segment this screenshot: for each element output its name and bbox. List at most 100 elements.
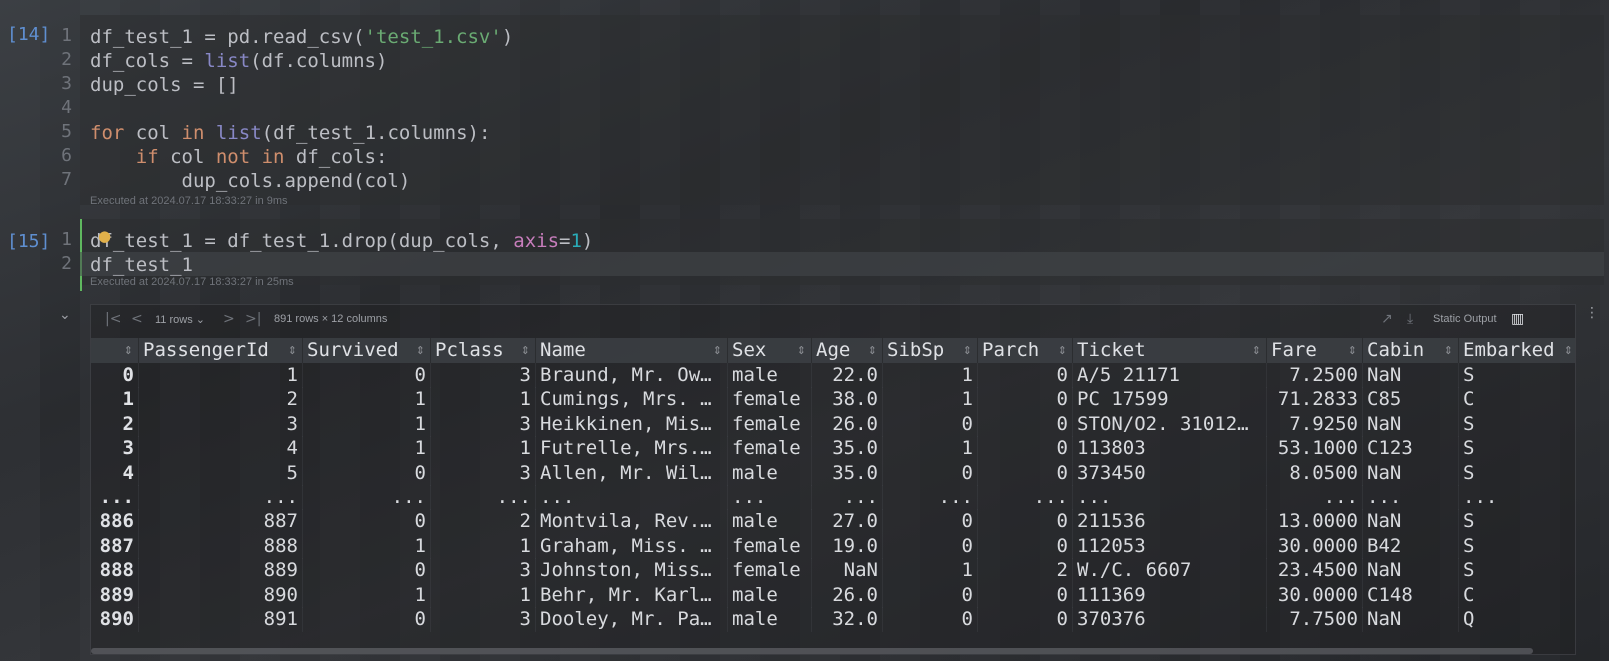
table-cell[interactable]: Heikkinen, Mis… (536, 411, 728, 437)
table-cell[interactable]: C (1459, 387, 1575, 412)
table-cell[interactable]: 30.0000 (1267, 533, 1363, 559)
table-cell[interactable]: ... (431, 485, 536, 510)
open-in-new-icon[interactable]: ↗ (1381, 311, 1393, 327)
table-cell[interactable]: 0 (978, 436, 1073, 462)
table-cell[interactable]: W./C. 6607 (1073, 558, 1267, 584)
table-cell[interactable]: 35.0 (812, 460, 883, 486)
table-cell[interactable]: Allen, Mr. Wil… (536, 460, 728, 486)
table-cell[interactable]: 3 (91, 436, 139, 462)
table-cell[interactable]: ... (883, 485, 978, 510)
sort-icon[interactable]: ⇕ (868, 338, 877, 363)
column-header-sex[interactable]: Sex ⇕ (728, 338, 812, 363)
column-header-age[interactable]: Age ⇕ (812, 338, 883, 363)
code-line-3[interactable]: dup_cols = [] (90, 73, 239, 97)
table-cell[interactable]: C85 (1363, 387, 1459, 413)
sort-icon[interactable]: ⇕ (416, 338, 425, 363)
table-cell[interactable]: 1 (303, 436, 431, 462)
table-cell[interactable]: 7.2500 (1267, 363, 1363, 388)
table-cell[interactable]: ... (978, 485, 1073, 510)
table-cell[interactable]: 3 (431, 411, 536, 437)
table-cell[interactable]: 113803 (1073, 436, 1267, 462)
table-cell[interactable]: 3 (431, 558, 536, 584)
table-cell[interactable]: 370376 (1073, 607, 1267, 632)
table-cell[interactable]: 2 (978, 558, 1073, 584)
code-line-15-1[interactable]: df_test_1 = df_test_1.drop(dup_cols, axi… (90, 229, 593, 253)
table-cell[interactable]: B42 (1363, 533, 1459, 559)
table-cell[interactable]: 2 (431, 509, 536, 535)
table-cell[interactable]: 211536 (1073, 509, 1267, 535)
table-row[interactable]: 889 890 1 1 Behr, Mr. Karl… male 26.0 0 0 111369 3… (91, 582, 1575, 608)
sort-icon[interactable]: ⇕ (288, 338, 297, 363)
table-cell[interactable]: 889 (91, 582, 139, 608)
prev-page-icon[interactable]: < (131, 311, 143, 327)
table-cell[interactable]: 888 (91, 558, 139, 584)
last-page-icon[interactable]: >| (245, 311, 261, 327)
sort-icon[interactable]: ⇕ (124, 338, 133, 363)
table-row[interactable]: 4 5 0 3 Allen, Mr. Wil… male 35.0 0 0 373450 8.050… (91, 460, 1575, 486)
table-cell[interactable]: ... (1073, 485, 1267, 510)
table-cell[interactable]: 3 (431, 363, 536, 388)
table-row[interactable]: 888 889 0 3 Johnston, Miss… female NaN 1 2 W./C. … (91, 558, 1575, 584)
table-cell[interactable]: 4 (91, 460, 139, 486)
table-cell[interactable]: 886 (91, 509, 139, 535)
table-cell[interactable]: Johnston, Miss… (536, 558, 728, 584)
table-cell[interactable]: 1 (431, 387, 536, 413)
table-cell[interactable]: 1 (431, 582, 536, 608)
table-cell[interactable]: Q (1459, 607, 1575, 632)
sort-icon[interactable]: ⇕ (1252, 338, 1261, 363)
table-row[interactable]: 2 3 1 3 Heikkinen, Mis… female 26.0 0 0 STON/O2. … (91, 411, 1575, 437)
table-cell[interactable]: 0 (978, 411, 1073, 437)
table-cell[interactable]: 0 (303, 460, 431, 486)
table-cell[interactable]: ... (1459, 485, 1575, 510)
table-cell[interactable]: C123 (1363, 436, 1459, 462)
table-cell[interactable]: S (1459, 509, 1575, 534)
table-cell[interactable]: 1 (883, 558, 978, 584)
column-header-pclass[interactable]: Pclass ⇕ (431, 338, 536, 363)
table-cell[interactable]: 112053 (1073, 533, 1267, 559)
column-header-passengerid[interactable]: PassengerId ⇕ (139, 338, 303, 363)
table-cell[interactable]: female (728, 436, 812, 462)
more-options-icon[interactable]: ⋮ (1585, 305, 1599, 321)
table-cell[interactable]: 1 (303, 582, 431, 608)
table-cell[interactable]: C148 (1363, 582, 1459, 608)
table-cell[interactable]: 19.0 (812, 533, 883, 559)
table-cell[interactable]: S (1459, 558, 1575, 583)
code-line-15-2[interactable]: df_test_1 (90, 253, 193, 277)
table-cell[interactable]: 0 (883, 607, 978, 632)
table-cell[interactable]: 890 (91, 607, 139, 632)
table-cell[interactable]: Futrelle, Mrs.… (536, 436, 728, 462)
table-cell[interactable]: 26.0 (812, 582, 883, 608)
next-page-icon[interactable]: > (223, 311, 235, 327)
table-cell[interactable]: NaN (812, 558, 883, 584)
table-cell[interactable]: Cumings, Mrs. … (536, 387, 728, 413)
table-cell[interactable]: STON/O2. 31012… (1073, 411, 1267, 437)
table-cell[interactable]: 0 (883, 460, 978, 486)
table-cell[interactable]: 890 (139, 582, 303, 608)
table-cell[interactable]: male (728, 363, 812, 388)
table-cell[interactable]: 1 (883, 387, 978, 413)
table-cell[interactable]: ... (728, 485, 812, 510)
table-cell[interactable]: NaN (1363, 558, 1459, 584)
column-header-embarked[interactable]: Embarked ⇕ (1459, 338, 1575, 363)
column-header-sibsp[interactable]: SibSp ⇕ (883, 338, 978, 363)
collapse-output-icon[interactable]: ⌄ (59, 307, 71, 323)
table-cell[interactable]: S (1459, 461, 1575, 486)
table-cell[interactable]: S (1459, 363, 1575, 388)
table-cell[interactable]: 889 (139, 558, 303, 584)
table-cell[interactable]: 0 (978, 387, 1073, 413)
table-cell[interactable]: 0 (978, 533, 1073, 559)
table-row[interactable]: 3 4 1 1 Futrelle, Mrs.… female 35.0 1 0 113803 53.… (91, 436, 1575, 462)
table-row[interactable]: ....................................... (91, 485, 1575, 510)
table-cell[interactable]: 1 (139, 363, 303, 388)
table-row[interactable]: 0 1 0 3 Braund, Mr. Ow… male 22.0 1 0 A/5 21171 7.… (91, 363, 1575, 388)
table-cell[interactable]: NaN (1363, 460, 1459, 486)
table-cell[interactable]: 22.0 (812, 363, 883, 388)
table-cell[interactable]: female (728, 387, 812, 413)
table-cell[interactable]: 1 (91, 387, 139, 413)
table-cell[interactable]: 0 (883, 582, 978, 608)
table-cell[interactable]: ... (1363, 485, 1459, 510)
table-cell[interactable]: 7.7500 (1267, 607, 1363, 632)
rows-selector[interactable]: 11 rows ⌄ (155, 313, 205, 326)
table-cell[interactable]: S (1459, 534, 1575, 559)
sort-icon[interactable]: ⇕ (963, 338, 972, 363)
